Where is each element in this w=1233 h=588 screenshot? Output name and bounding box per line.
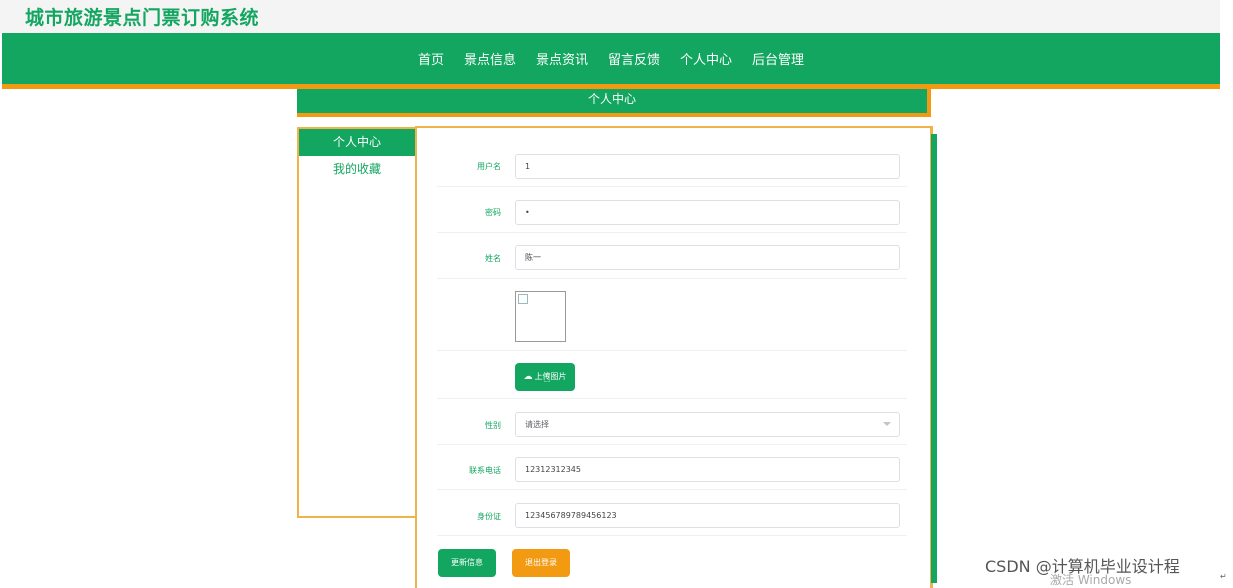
nav-item-attractions[interactable]: 景点信息	[464, 49, 516, 68]
name-field[interactable]: 陈一	[515, 245, 900, 270]
gender-select[interactable]: 请选择	[515, 412, 900, 437]
form-row-name: 姓名 陈一	[437, 243, 907, 279]
phone-field[interactable]: 12312312345	[515, 457, 900, 482]
nav-item-admin[interactable]: 后台管理	[752, 49, 804, 68]
gender-label: 性别	[485, 421, 501, 430]
nav-bar: 首页 景点信息 景点资讯 留言反馈 个人中心 后台管理	[2, 33, 1220, 84]
logout-button[interactable]: 退出登录	[512, 549, 570, 577]
sidebar-item-favorites[interactable]: 我的收藏	[299, 156, 415, 183]
sidebar: 个人中心 我的收藏	[297, 127, 417, 518]
form-row-password: 密码 •	[437, 198, 907, 233]
avatar-image-preview	[515, 291, 566, 342]
page-title: 个人中心	[297, 89, 927, 113]
csdn-watermark: CSDN @计算机毕业设计程	[985, 557, 1180, 576]
nav-menu: 首页 景点信息 景点资讯 留言反馈 个人中心 后台管理	[2, 33, 1220, 84]
nav-item-news[interactable]: 景点资讯	[536, 49, 588, 68]
return-symbol: ↵	[1220, 572, 1227, 581]
site-title: 城市旅游景点门票订购系统	[25, 7, 260, 29]
panel-shadow-edge	[931, 134, 937, 583]
top-header: 城市旅游景点门票订购系统	[0, 0, 1220, 33]
id-card-label: 身份证	[477, 512, 501, 521]
chevron-down-icon	[883, 422, 891, 426]
form-row-phone: 联系电话 12312312345	[437, 455, 907, 490]
id-card-field[interactable]: 123456789789456123	[515, 503, 900, 528]
broken-image-icon	[518, 294, 528, 304]
password-label: 密码	[485, 208, 501, 217]
form-row-id-card: 身份证 123456789789456123	[437, 501, 907, 536]
username-field[interactable]: 1	[515, 154, 900, 179]
password-field[interactable]: •	[515, 200, 900, 225]
username-label: 用户名	[477, 162, 501, 171]
nav-item-feedback[interactable]: 留言反馈	[608, 49, 660, 68]
cloud-upload-icon: ☁	[523, 372, 533, 382]
form-row-username: 用户名 1	[437, 152, 907, 187]
nav-item-profile[interactable]: 个人中心	[680, 49, 732, 68]
nav-item-home[interactable]: 首页	[418, 49, 444, 68]
form-row-upload	[437, 351, 907, 399]
gender-select-placeholder: 请选择	[525, 420, 549, 429]
hand-cursor-icon: ☝	[543, 371, 551, 386]
sidebar-item-profile[interactable]: 个人中心	[299, 129, 415, 156]
name-label: 姓名	[485, 254, 501, 263]
form-row-avatar	[437, 279, 907, 351]
page-title-bar: 个人中心	[297, 89, 931, 117]
form-row-gender: 性别 请选择	[437, 410, 907, 445]
phone-label: 联系电话	[469, 466, 501, 475]
update-info-button[interactable]: 更新信息	[438, 549, 496, 577]
